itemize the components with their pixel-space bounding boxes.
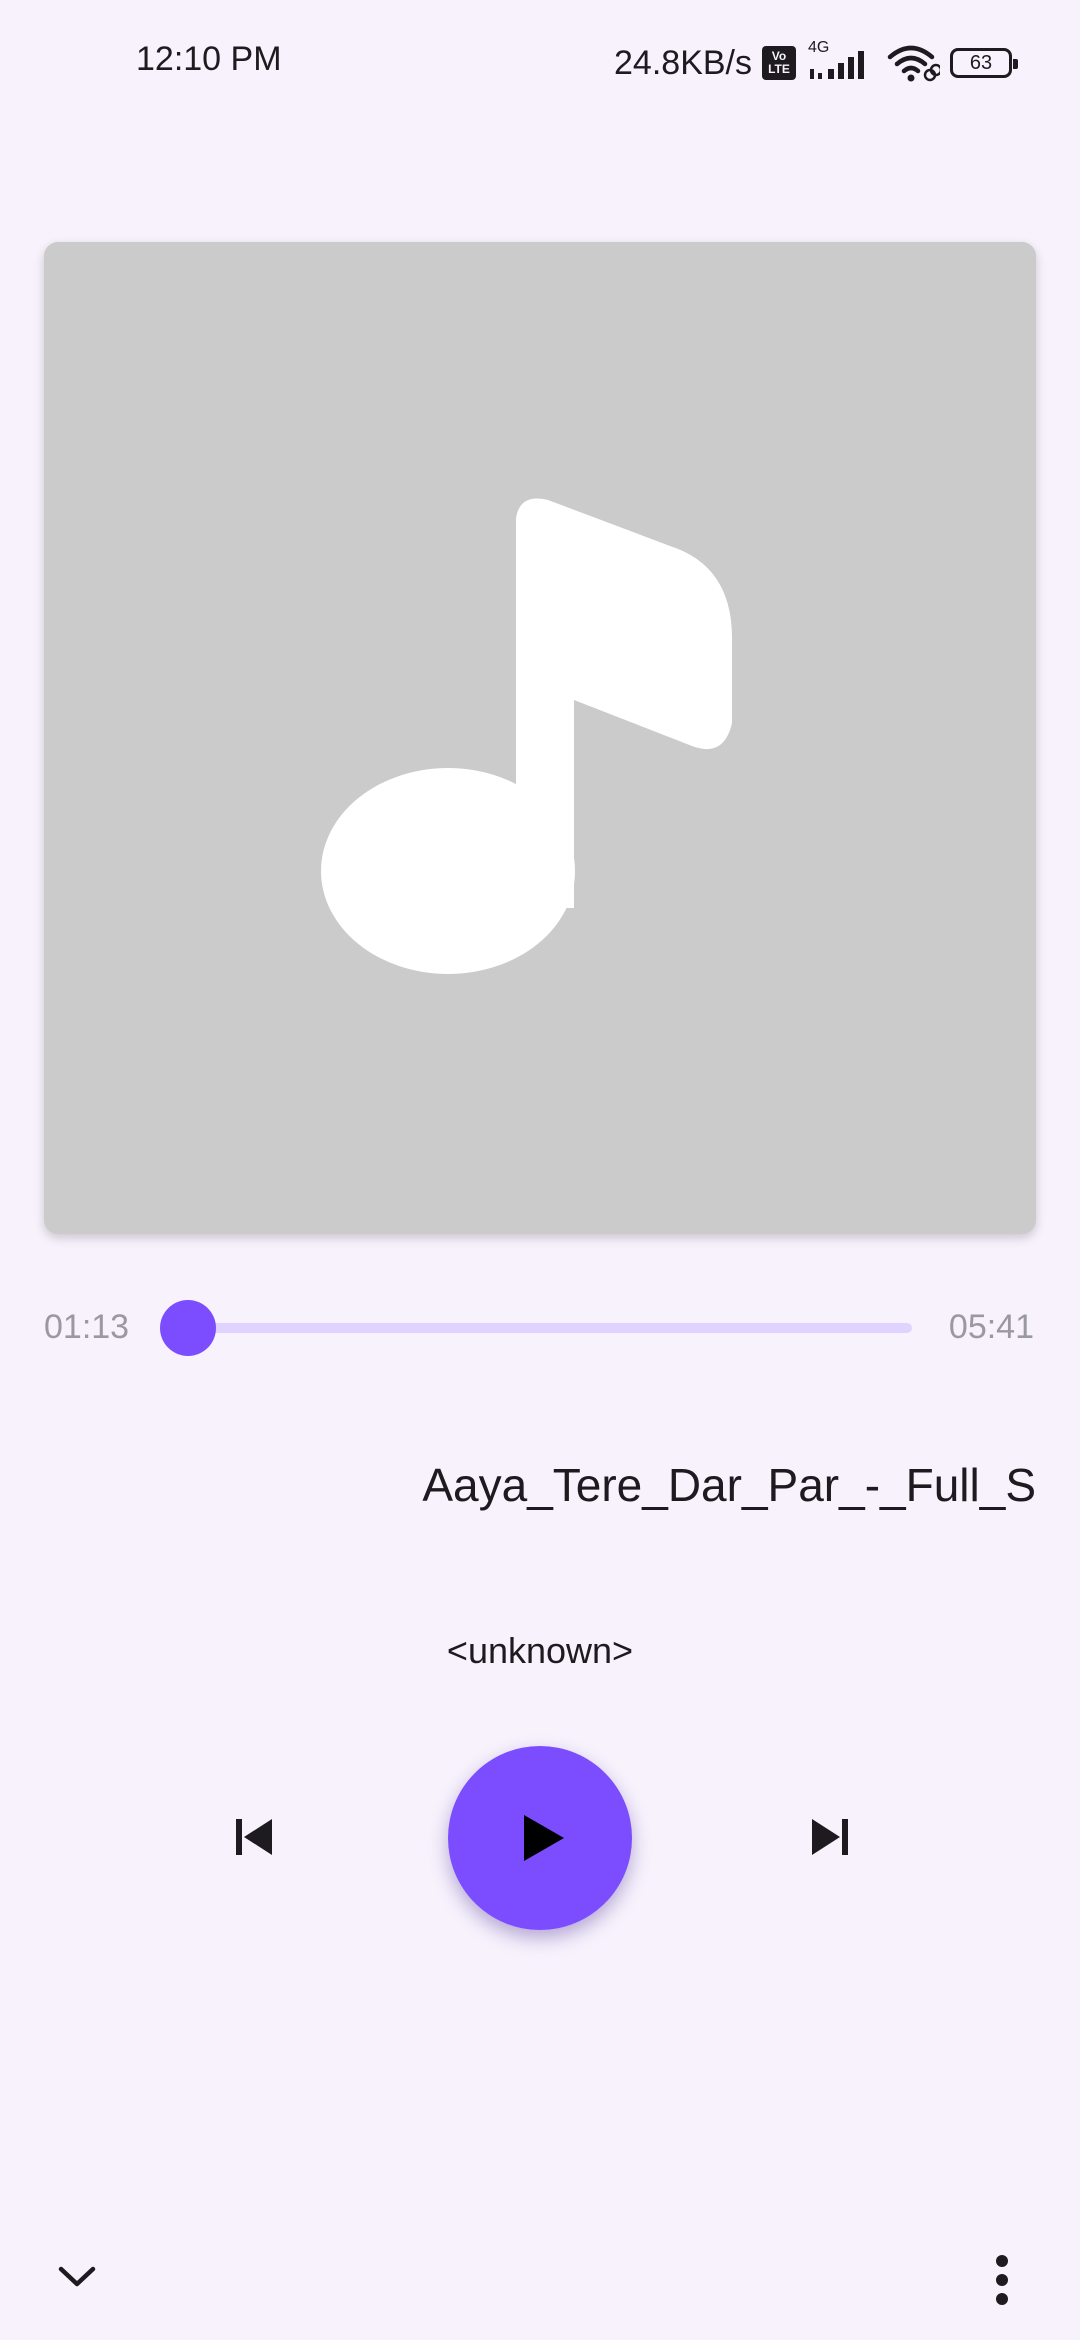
song-title: Aaya_Tere_Dar_Par_-_Full_S	[422, 1459, 1036, 1511]
more-vert-icon	[996, 2255, 1008, 2305]
wifi-icon	[886, 43, 943, 83]
seek-thumb[interactable]	[159, 1300, 216, 1356]
skip-next-icon	[812, 1819, 848, 1855]
collapse-button[interactable]	[42, 2252, 112, 2302]
chevron-down-icon	[58, 2266, 96, 2287]
play-icon	[524, 1815, 564, 1861]
more-options-button[interactable]	[980, 2250, 1024, 2310]
volte-icon: Vo LTE	[762, 46, 796, 80]
next-button[interactable]	[790, 1802, 870, 1872]
album-artwork	[44, 242, 1036, 1234]
play-button[interactable]	[448, 1746, 632, 1930]
signal-icon: 4G	[806, 39, 876, 83]
network-speed: 24.8KB/s	[614, 43, 752, 82]
music-note-icon	[321, 498, 732, 974]
elapsed-time: 01:13	[44, 1308, 130, 1346]
status-time: 12:10 PM	[136, 40, 282, 78]
status-bar: 12:10 PM 24.8KB/s Vo LTE 4G 63	[0, 0, 1080, 120]
previous-button[interactable]	[214, 1802, 294, 1872]
seek-bar[interactable]	[172, 1323, 912, 1333]
artist-name: <unknown>	[446, 1630, 634, 1671]
battery-icon: 63	[950, 48, 1018, 78]
volte-bottom-text: LTE	[768, 62, 790, 76]
battery-level: 63	[969, 51, 993, 74]
total-duration: 05:41	[948, 1308, 1034, 1346]
status-icons: 24.8KB/s Vo LTE 4G 63	[614, 38, 1018, 88]
skip-previous-icon	[236, 1819, 272, 1855]
